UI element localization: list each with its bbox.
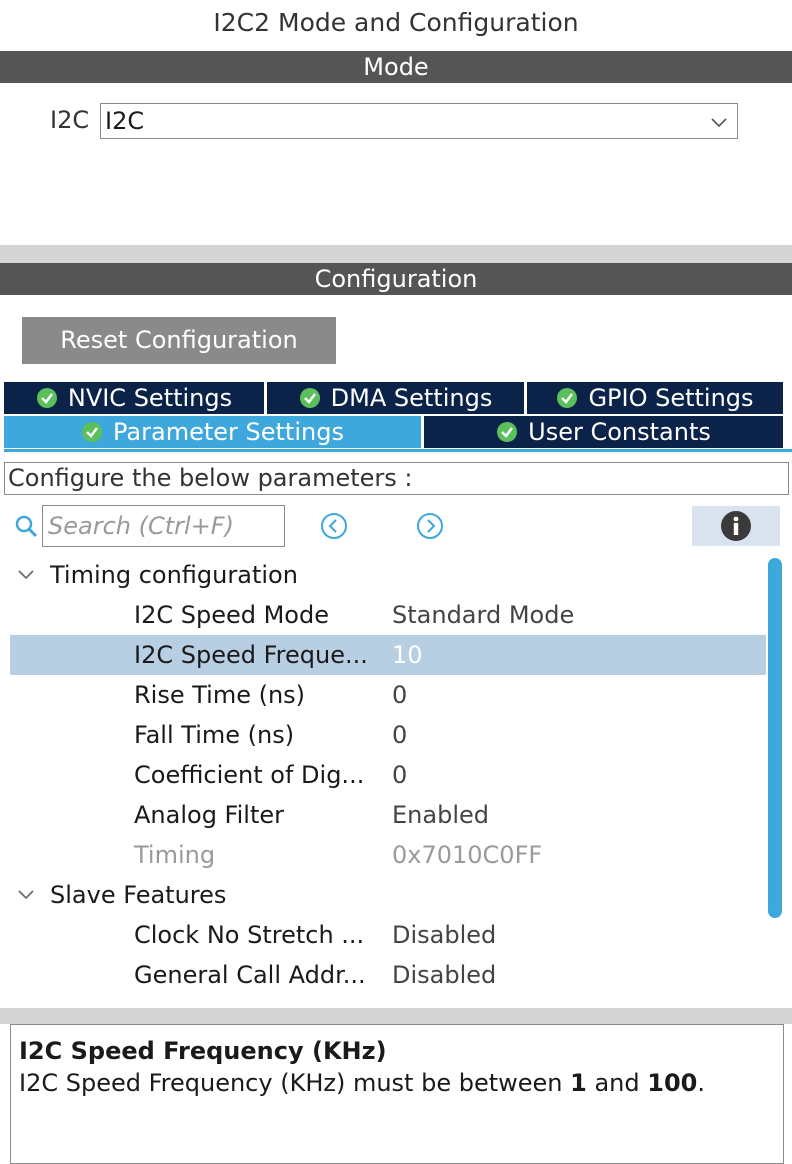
param-value[interactable]: Standard Mode (392, 595, 574, 635)
param-value[interactable]: Disabled (392, 915, 496, 955)
chevron-down-icon (711, 118, 727, 128)
tabs-underline (4, 449, 792, 452)
group-label: Slave Features (50, 881, 227, 909)
param-row-digital-filter-coefficient[interactable]: Coefficient of Dig... 0 (10, 755, 766, 795)
param-name: I2C Speed Freque... (134, 641, 368, 669)
info-button[interactable] (692, 506, 780, 546)
param-row-clock-no-stretch[interactable]: Clock No Stretch ... Disabled (10, 915, 766, 955)
param-value[interactable]: 0 (392, 755, 407, 795)
i2c-mode-select[interactable]: I2C (100, 103, 738, 139)
param-value[interactable]: Enabled (392, 795, 489, 835)
description-max: 100 (647, 1069, 698, 1097)
reset-configuration-button[interactable]: Reset Configuration (22, 317, 336, 364)
param-row-timing: Timing 0x7010C0FF (10, 835, 766, 875)
section-divider (0, 245, 792, 263)
param-value[interactable]: 0 (392, 675, 407, 715)
mode-section-header: Mode (0, 51, 792, 83)
tab-parameter-settings[interactable]: Parameter Settings (4, 416, 421, 448)
configuration-section-header: Configuration (0, 263, 792, 295)
group-slave-features[interactable]: Slave Features (10, 875, 766, 915)
configure-hint: Configure the below parameters : (4, 462, 789, 495)
search-icon[interactable] (14, 514, 38, 538)
check-circle-icon (36, 388, 57, 408)
description-title: I2C Speed Frequency (KHz) (19, 1037, 387, 1065)
param-row-i2c-speed-mode[interactable]: I2C Speed Mode Standard Mode (10, 595, 766, 635)
param-name: Clock No Stretch ... (134, 921, 365, 949)
param-name: Timing (134, 841, 216, 869)
param-row-fall-time[interactable]: Fall Time (ns) 0 (10, 715, 766, 755)
tab-nvic-settings[interactable]: NVIC Settings (4, 382, 264, 414)
next-match-icon[interactable] (416, 512, 444, 540)
param-name: Coefficient of Dig... (134, 761, 365, 789)
check-circle-icon (82, 422, 103, 442)
param-value: 0x7010C0FF (392, 841, 543, 869)
i2c-mode-select-value: I2C (105, 107, 145, 135)
chevron-down-icon (18, 570, 34, 580)
group-timing-configuration[interactable]: Timing configuration (10, 555, 766, 595)
param-value[interactable]: 10 (392, 635, 423, 675)
chevron-down-icon (18, 890, 34, 900)
previous-match-icon[interactable] (320, 512, 348, 540)
check-circle-icon (299, 388, 320, 408)
tab-label: Parameter Settings (113, 418, 344, 446)
tab-user-constants[interactable]: User Constants (424, 416, 783, 448)
param-name: I2C Speed Mode (134, 601, 329, 629)
mode-i2c-label: I2C (50, 106, 90, 134)
description-divider[interactable] (0, 1008, 792, 1024)
group-label: Timing configuration (50, 561, 298, 589)
tab-label: NVIC Settings (67, 384, 233, 412)
tab-label: GPIO Settings (588, 384, 754, 412)
description-text: I2C Speed Frequency (KHz) must be betwee… (19, 1069, 705, 1097)
param-name: Analog Filter (134, 801, 284, 829)
parameter-description-panel: I2C Speed Frequency (KHz) I2C Speed Freq… (10, 1024, 784, 1164)
check-circle-icon (557, 388, 578, 408)
param-value[interactable]: 0 (392, 715, 407, 755)
tab-label: DMA Settings (330, 384, 493, 412)
search-input[interactable] (42, 505, 285, 547)
param-row-general-call-address[interactable]: General Call Addr... Disabled (10, 955, 766, 995)
param-value[interactable]: Disabled (392, 955, 496, 995)
param-name: Fall Time (ns) (134, 721, 295, 749)
info-icon (721, 511, 751, 541)
param-row-analog-filter[interactable]: Analog Filter Enabled (10, 795, 766, 835)
param-name: General Call Addr... (134, 961, 366, 989)
vertical-scrollbar-thumb[interactable] (768, 558, 782, 918)
description-min: 1 (570, 1069, 587, 1097)
check-circle-icon (497, 422, 518, 442)
tab-gpio-settings[interactable]: GPIO Settings (527, 382, 783, 414)
param-row-i2c-speed-frequency[interactable]: I2C Speed Freque... 10 (10, 635, 766, 675)
tab-label: User Constants (528, 418, 711, 446)
tab-dma-settings[interactable]: DMA Settings (267, 382, 524, 414)
window-title: I2C2 Mode and Configuration (213, 8, 579, 37)
param-row-rise-time[interactable]: Rise Time (ns) 0 (10, 675, 766, 715)
param-name: Rise Time (ns) (134, 681, 306, 709)
